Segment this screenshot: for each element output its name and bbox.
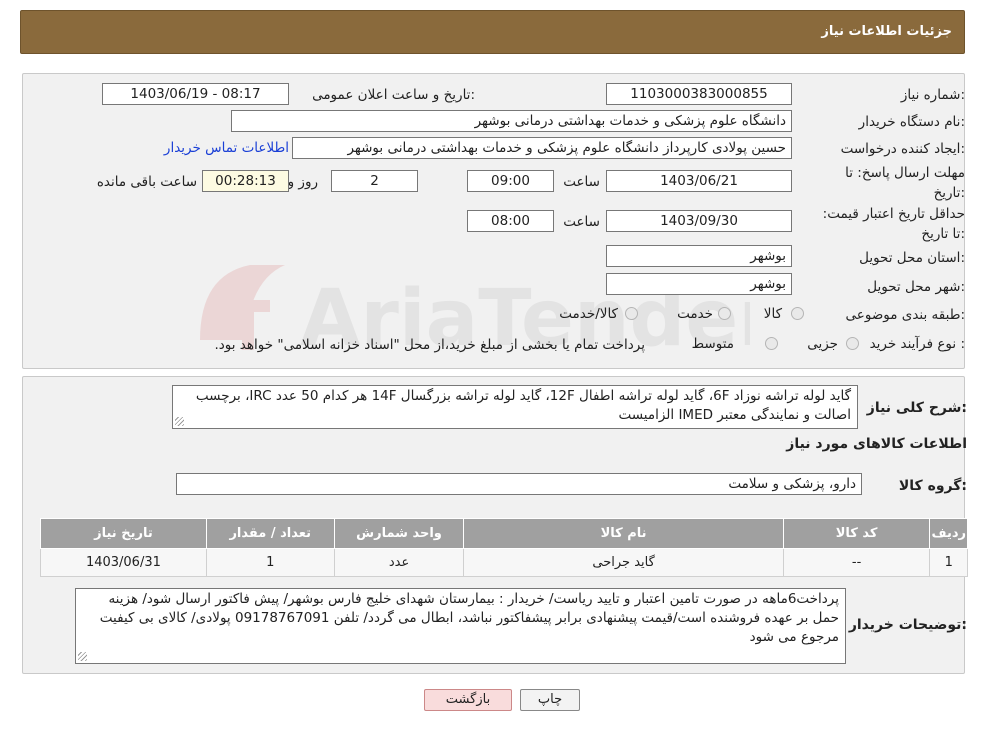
col-header-row-number: ردیف [929, 518, 968, 549]
col-header-quantity: تعداد / مقدار [205, 518, 335, 549]
process-radio-minor[interactable] [846, 337, 859, 350]
days-label: روز و [287, 174, 318, 190]
category-radio-goods[interactable] [791, 307, 804, 320]
cell-row-number: 1 [929, 548, 968, 577]
remaining-time-field: 00:28:13 [202, 170, 289, 192]
buyer-notes-label: توضیحات خریدار: [848, 617, 967, 633]
deadline-time-label: ساعت [563, 174, 600, 190]
back-button[interactable]: بازگشت [424, 689, 512, 711]
city-label: شهر محل تحویل: [867, 279, 965, 295]
validity-time-label: ساعت [563, 214, 600, 230]
buyer-notes-text: پرداخت6ماهه در صورت تامین اعتبار و تایید… [99, 591, 839, 645]
category-label: طبقه بندی موضوعی: [845, 307, 965, 323]
cell-item-name: گاید جراحی [463, 548, 784, 577]
buyer-org-label: نام دستگاه خریدار: [858, 114, 965, 130]
validity-label: حداقل تاریخ اعتبار قیمت: تا تاریخ: [822, 206, 965, 242]
resize-grip-icon[interactable] [175, 417, 184, 426]
cell-unit: عدد [333, 548, 465, 577]
col-header-need-date: تاریخ نیاز [40, 518, 207, 549]
category-option-goods-service: کالا/خدمت [559, 306, 618, 322]
buyer-notes-textarea[interactable]: پرداخت6ماهه در صورت تامین اعتبار و تایید… [75, 588, 846, 664]
summary-textarea[interactable]: گاید لوله تراشه نوزاد 6F، گاید لوله تراش… [172, 385, 858, 429]
col-header-item-name: نام کالا [463, 518, 784, 549]
col-header-unit: واحد شمارش [333, 518, 465, 549]
validity-time-field: 08:00 [467, 210, 554, 232]
city-field: بوشهر [606, 273, 792, 295]
validity-date-field: 1403/09/30 [606, 210, 792, 232]
province-field: بوشهر [606, 245, 792, 267]
summary-label: شرح کلی نیاز: [866, 400, 967, 416]
category-option-goods: کالا [763, 306, 782, 322]
process-radio-medium[interactable] [765, 337, 778, 350]
summary-text: گاید لوله تراشه نوزاد 6F، گاید لوله تراش… [195, 388, 851, 423]
page-header: جزئیات اطلاعات نیاز [20, 10, 965, 54]
cell-item-code: -- [782, 548, 931, 577]
category-radio-service[interactable] [718, 307, 731, 320]
cell-need-date: 1403/06/31 [40, 548, 207, 577]
announce-date-field: 1403/06/19 - 08:17 [102, 83, 289, 105]
goods-group-label: گروه کالا: [898, 478, 967, 494]
page-title: جزئیات اطلاعات نیاز [821, 24, 952, 39]
need-number-label: شماره نیاز: [900, 87, 965, 103]
goods-table: ردیف کد کالا نام کالا واحد شمارش تعداد /… [40, 518, 968, 577]
announce-date-label: تاریخ و ساعت اعلان عمومی: [312, 87, 475, 103]
deadline-label: مهلت ارسال پاسخ: تا تاریخ: [845, 165, 965, 201]
remaining-time-label: ساعت باقی مانده [96, 174, 197, 190]
buyer-org-field: دانشگاه علوم پزشکی و خدمات بهداشتی درمان… [231, 110, 792, 132]
treasury-note: پرداخت تمام یا بخشی از مبلغ خرید،از محل … [214, 337, 645, 353]
process-option-medium: متوسط [691, 336, 734, 352]
days-field: 2 [331, 170, 418, 192]
requester-field: حسین پولادی کارپرداز دانشگاه علوم پزشکی … [292, 137, 792, 159]
table-row: 1 -- گاید جراحی عدد 1 1403/06/31 [40, 548, 968, 577]
requester-label: ایجاد کننده درخواست: [840, 141, 965, 157]
category-radio-goods-service[interactable] [625, 307, 638, 320]
resize-grip-icon[interactable] [78, 652, 87, 661]
print-button[interactable]: چاپ [520, 689, 580, 711]
col-header-item-code: کد کالا [782, 518, 931, 549]
need-number-field: 1103000383000855 [606, 83, 792, 105]
deadline-date-field: 1403/06/21 [606, 170, 792, 192]
process-option-minor: جزیی [807, 336, 838, 352]
cell-quantity: 1 [205, 548, 335, 577]
goods-section-title: اطلاعات کالاهای مورد نیاز [786, 436, 967, 452]
goods-group-field: دارو، پزشکی و سلامت [176, 473, 862, 495]
province-label: استان محل تحویل: [859, 250, 965, 266]
table-header-row: ردیف کد کالا نام کالا واحد شمارش تعداد /… [40, 518, 968, 549]
buyer-contact-link[interactable]: اطلاعات تماس خریدار [164, 140, 289, 156]
process-type-label: نوع فرآیند خرید : [869, 336, 965, 352]
deadline-time-field: 09:00 [467, 170, 554, 192]
category-option-service: خدمت [677, 306, 713, 322]
